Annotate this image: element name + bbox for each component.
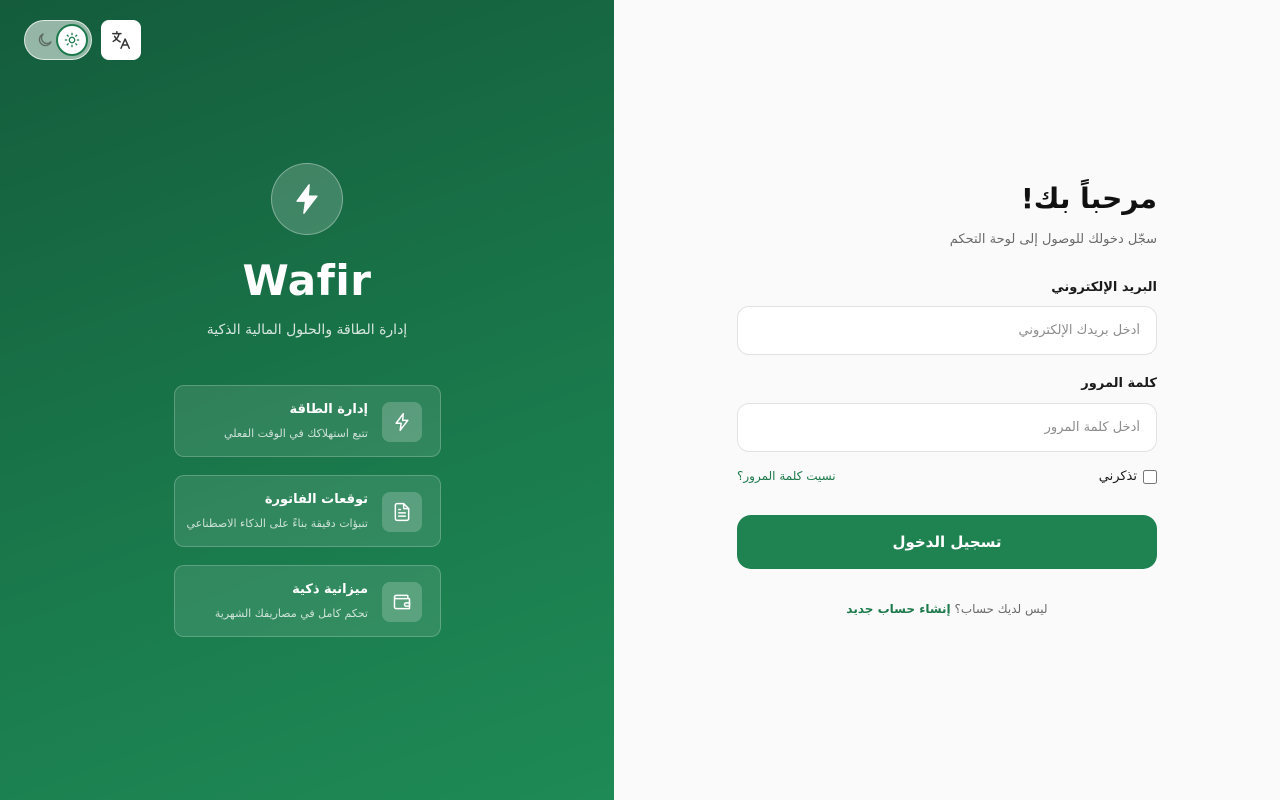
signup-link[interactable]: إنشاء حساب جديد — [846, 602, 950, 616]
brand-tagline: إدارة الطاقة والحلول المالية الذكية — [206, 322, 408, 338]
translate-icon — [112, 31, 130, 49]
zap-icon — [296, 184, 318, 214]
signup-row: ليس لديك حساب؟ إنشاء حساب جديد — [737, 602, 1157, 616]
wallet-icon — [393, 594, 411, 610]
remember-me-checkbox[interactable] — [1143, 469, 1157, 484]
remember-me-label: تذكرني — [1098, 469, 1137, 484]
feature-title: إدارة الطاقة — [289, 402, 368, 417]
feature-card-smart-budget: ميزانية ذكية تحكم كامل في مصاريفك الشهري… — [174, 565, 441, 637]
email-label: البريد الإلكتروني — [1051, 280, 1157, 295]
forgot-password-link[interactable]: نسيت كلمة المرور؟ — [737, 469, 836, 483]
feature-description: تتبع استهلاكك في الوقت الفعلي — [224, 427, 368, 440]
welcome-subtitle: سجّل دخولك للوصول إلى لوحة التحكم — [949, 232, 1157, 247]
feature-icon-box — [382, 582, 422, 622]
remember-me[interactable]: تذكرني — [1099, 469, 1157, 484]
brand-panel: Wafir إدارة الطاقة والحلول المالية الذكي… — [0, 0, 614, 800]
password-field[interactable] — [737, 403, 1157, 452]
theme-toggle-knob[interactable] — [56, 24, 88, 56]
logo-mark — [271, 163, 343, 235]
feature-description: تنبؤات دقيقة بناءً على الذكاء الاصطناعي — [186, 517, 368, 530]
moon-icon — [38, 33, 52, 47]
feature-icon-box — [382, 402, 422, 442]
feature-icon-box — [382, 492, 422, 532]
zap-icon — [395, 412, 409, 432]
file-text-icon — [394, 502, 410, 522]
login-panel: مرحباً بك! سجّل دخولك للوصول إلى لوحة ال… — [614, 0, 1280, 800]
sun-icon — [64, 32, 80, 48]
welcome-title: مرحباً بك! — [1021, 182, 1157, 215]
email-field[interactable] — [737, 306, 1157, 355]
login-button[interactable]: تسجيل الدخول — [737, 515, 1157, 569]
no-account-text: ليس لديك حساب؟ — [954, 602, 1048, 616]
password-label: كلمة المرور — [1081, 376, 1157, 391]
brand-name: Wafir — [242, 256, 372, 305]
top-controls — [24, 20, 141, 60]
theme-toggle[interactable] — [24, 20, 92, 60]
feature-description: تحكم كامل في مصاريفك الشهرية — [214, 607, 368, 620]
feature-card-energy: إدارة الطاقة تتبع استهلاكك في الوقت الفع… — [174, 385, 441, 457]
feature-card-bill-forecast: توقعات الفاتورة تنبؤات دقيقة بناءً على ا… — [174, 475, 441, 547]
feature-title: ميزانية ذكية — [292, 582, 368, 597]
language-button[interactable] — [101, 20, 141, 60]
feature-title: توقعات الفاتورة — [264, 492, 368, 507]
